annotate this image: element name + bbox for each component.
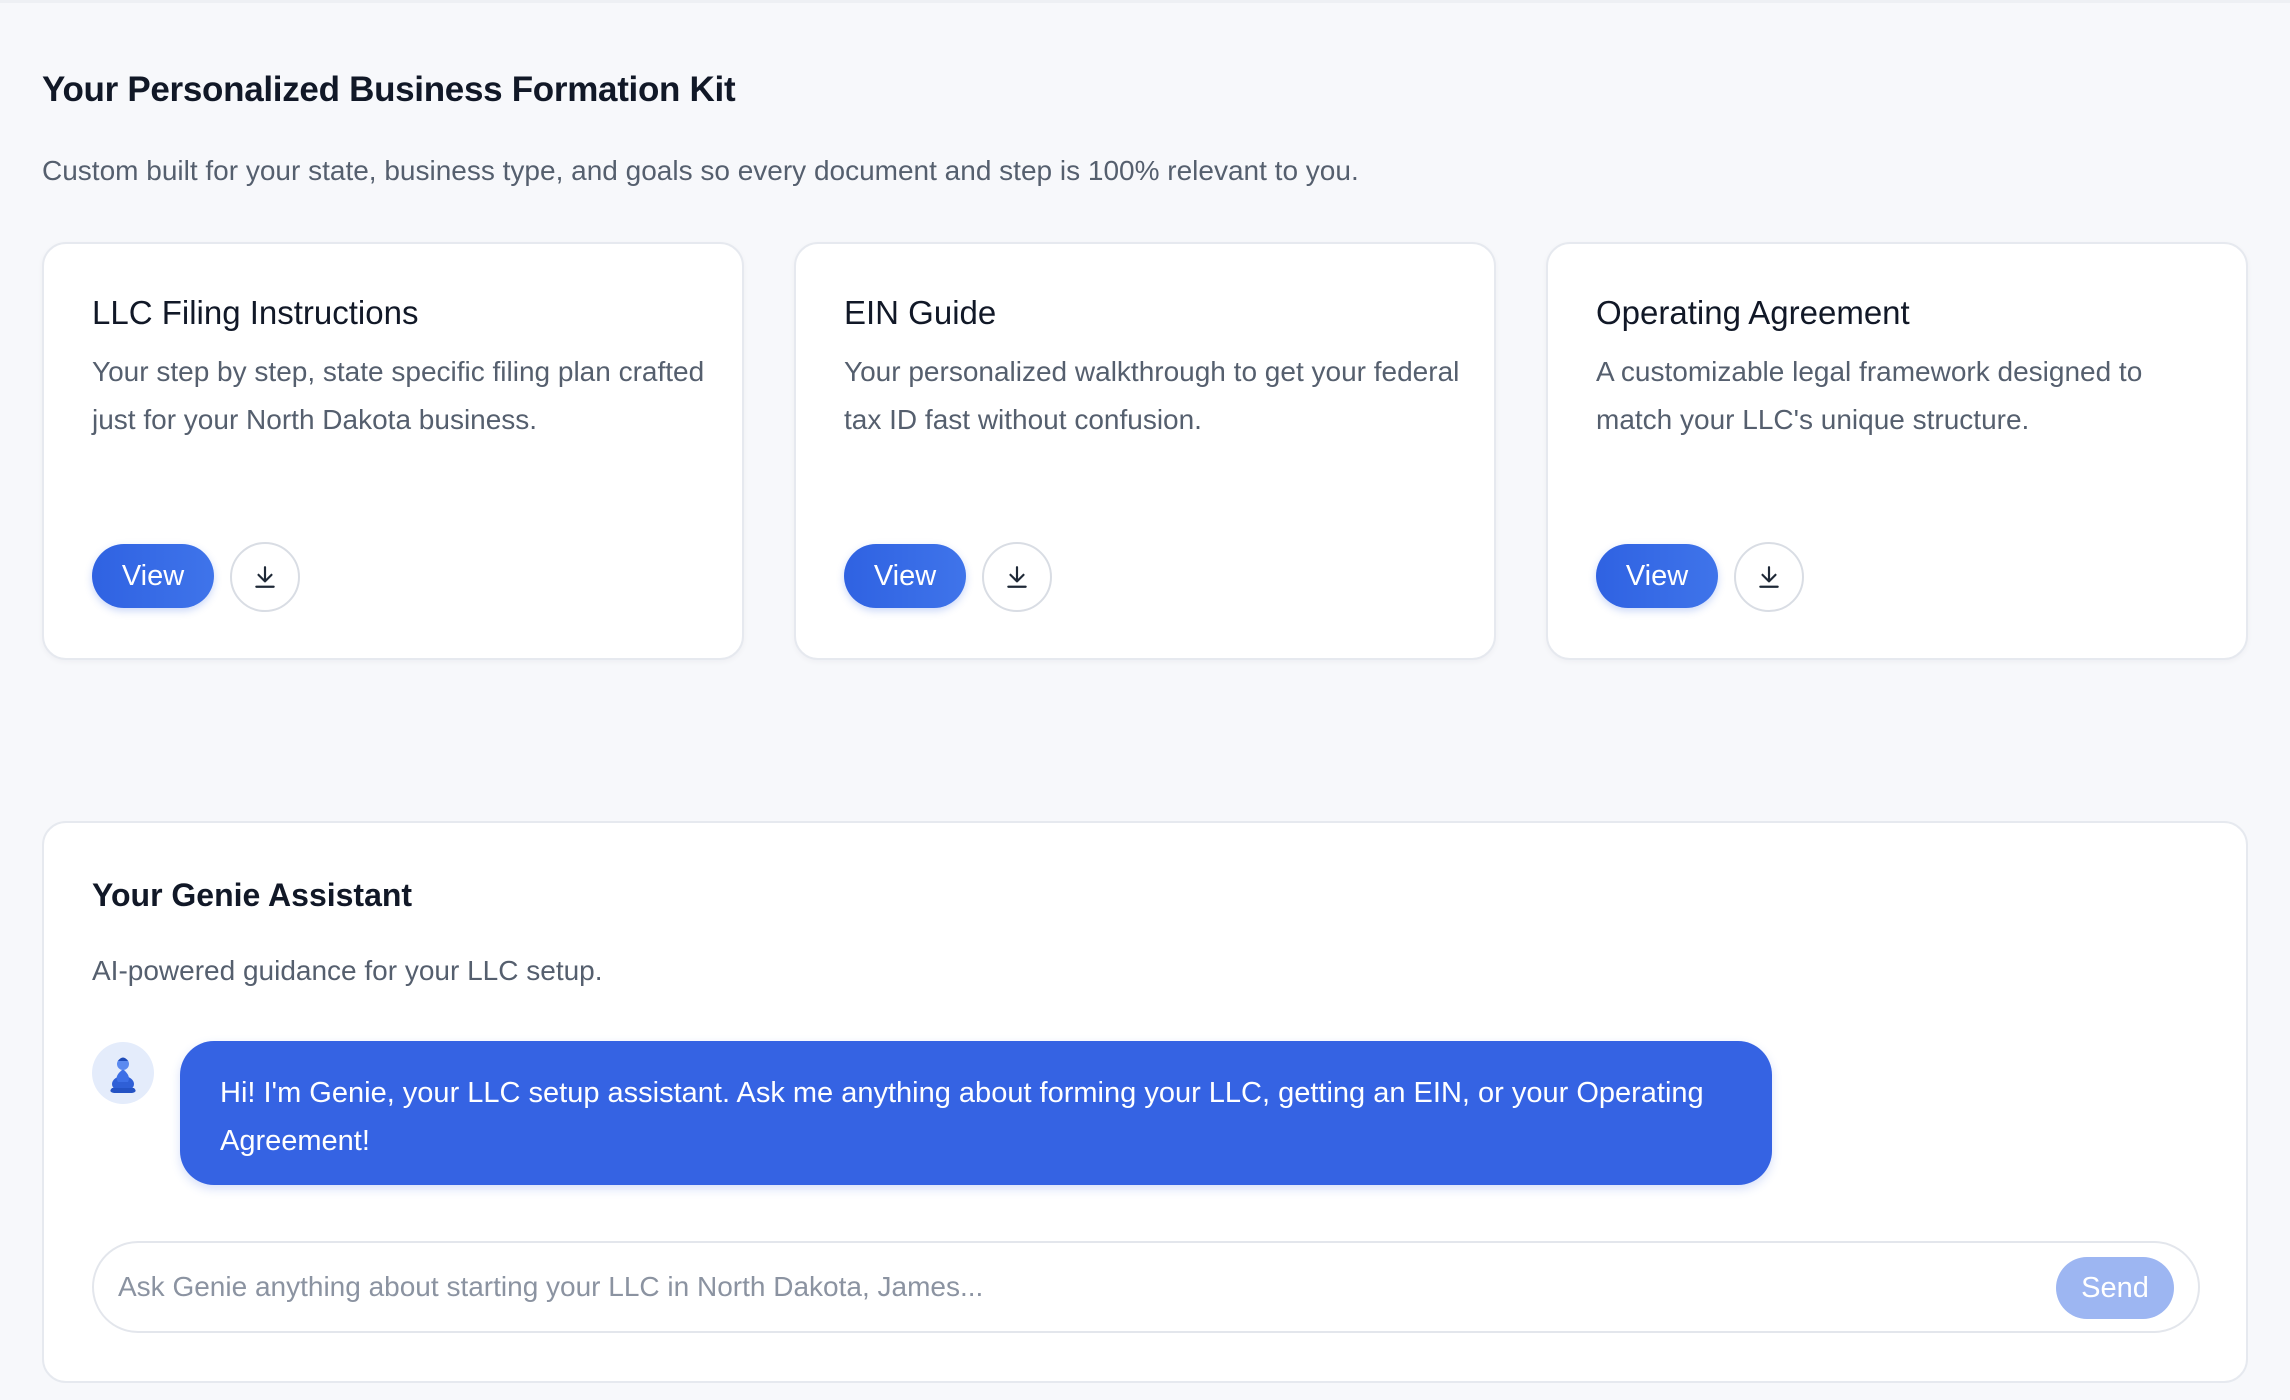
download-icon [1759, 566, 1779, 588]
download-ein-guide-button[interactable] [982, 542, 1052, 612]
chat-input[interactable] [118, 1261, 2078, 1313]
top-divider [0, 0, 2290, 3]
card-ein-guide: EIN Guide Your personalized walkthrough … [794, 242, 1496, 660]
genie-icon [110, 1057, 136, 1093]
kit-subtitle: Custom built for your state, business ty… [42, 155, 1359, 186]
card-title: EIN Guide [844, 294, 997, 331]
card-title: LLC Filing Instructions [92, 294, 419, 331]
download-operating-agreement-button[interactable] [1734, 542, 1804, 612]
assistant-message-bubble: Hi! I'm Genie, your LLC setup assistant.… [180, 1041, 1772, 1185]
card-description: Your personalized walkthrough to get you… [844, 356, 1460, 435]
download-icon [255, 566, 275, 588]
card-description: Your step by step, state specific filing… [92, 356, 705, 435]
view-llc-filing-button[interactable]: View [92, 544, 214, 608]
card-title: Operating Agreement [1596, 294, 1910, 331]
assistant-subtitle: AI-powered guidance for your LLC setup. [92, 955, 603, 986]
card-operating-agreement: Operating Agreement A customizable legal… [1546, 242, 2248, 660]
card-description: A customizable legal framework designed … [1596, 356, 2143, 435]
genie-assistant-panel: Your Genie Assistant AI-powered guidance… [42, 821, 2248, 1383]
kit-title: Your Personalized Business Formation Kit [42, 70, 736, 109]
chat-input-container: Send [92, 1241, 2200, 1333]
view-operating-agreement-button[interactable]: View [1596, 544, 1718, 608]
view-ein-guide-button[interactable]: View [844, 544, 966, 608]
page: Your Personalized Business Formation Kit… [0, 0, 2290, 1400]
download-icon [1007, 566, 1027, 588]
assistant-title: Your Genie Assistant [92, 877, 413, 913]
download-llc-filing-button[interactable] [230, 542, 300, 612]
genie-avatar [92, 1042, 154, 1104]
send-button[interactable]: Send [2056, 1257, 2174, 1319]
card-llc-filing-instructions: LLC Filing Instructions Your step by ste… [42, 242, 744, 660]
